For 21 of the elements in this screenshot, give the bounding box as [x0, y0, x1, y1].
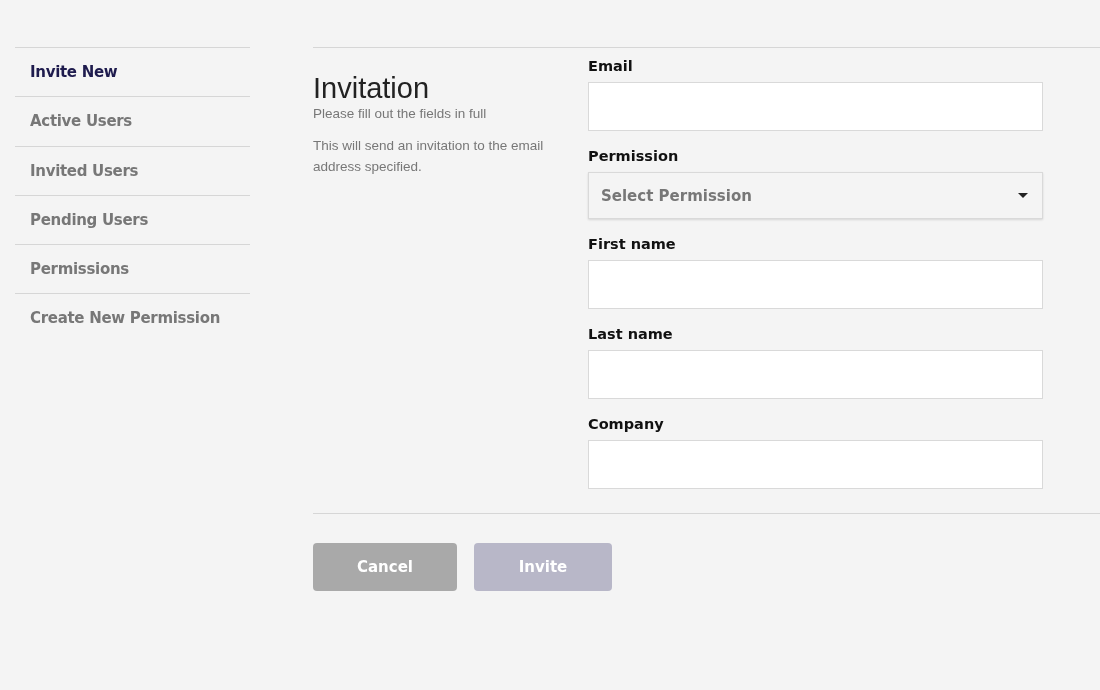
sidebar-item[interactable]: Invited Users [15, 145, 250, 195]
page-title: Invitation [313, 72, 431, 104]
field-label: Company [588, 416, 665, 434]
sidebar-item[interactable]: Invite New [15, 47, 250, 97]
sidebar-item[interactable]: Pending Users [15, 194, 250, 245]
field-label: Permission [588, 148, 680, 166]
select-dropdown[interactable]: Select Permission [588, 172, 1043, 219]
subtitle-text: Please fill out the fields in full [313, 106, 488, 121]
input-field[interactable] [588, 440, 1043, 489]
field-label: Last name [588, 326, 674, 344]
field-label: Email [588, 58, 634, 76]
field-label: First name [588, 236, 677, 254]
input-field[interactable] [588, 350, 1043, 399]
input-field[interactable] [588, 260, 1043, 309]
sidebar-item[interactable]: Active Users [15, 96, 250, 146]
input-field[interactable] [588, 82, 1043, 131]
cancel-button[interactable]: Cancel [313, 543, 457, 591]
caret-icon [1018, 193, 1028, 198]
description-text: This will send an invitation to the email address specified. [313, 137, 545, 176]
sidebar-item[interactable]: Permissions [15, 244, 250, 294]
sidebar-item[interactable]: Create New Permission [15, 293, 250, 343]
